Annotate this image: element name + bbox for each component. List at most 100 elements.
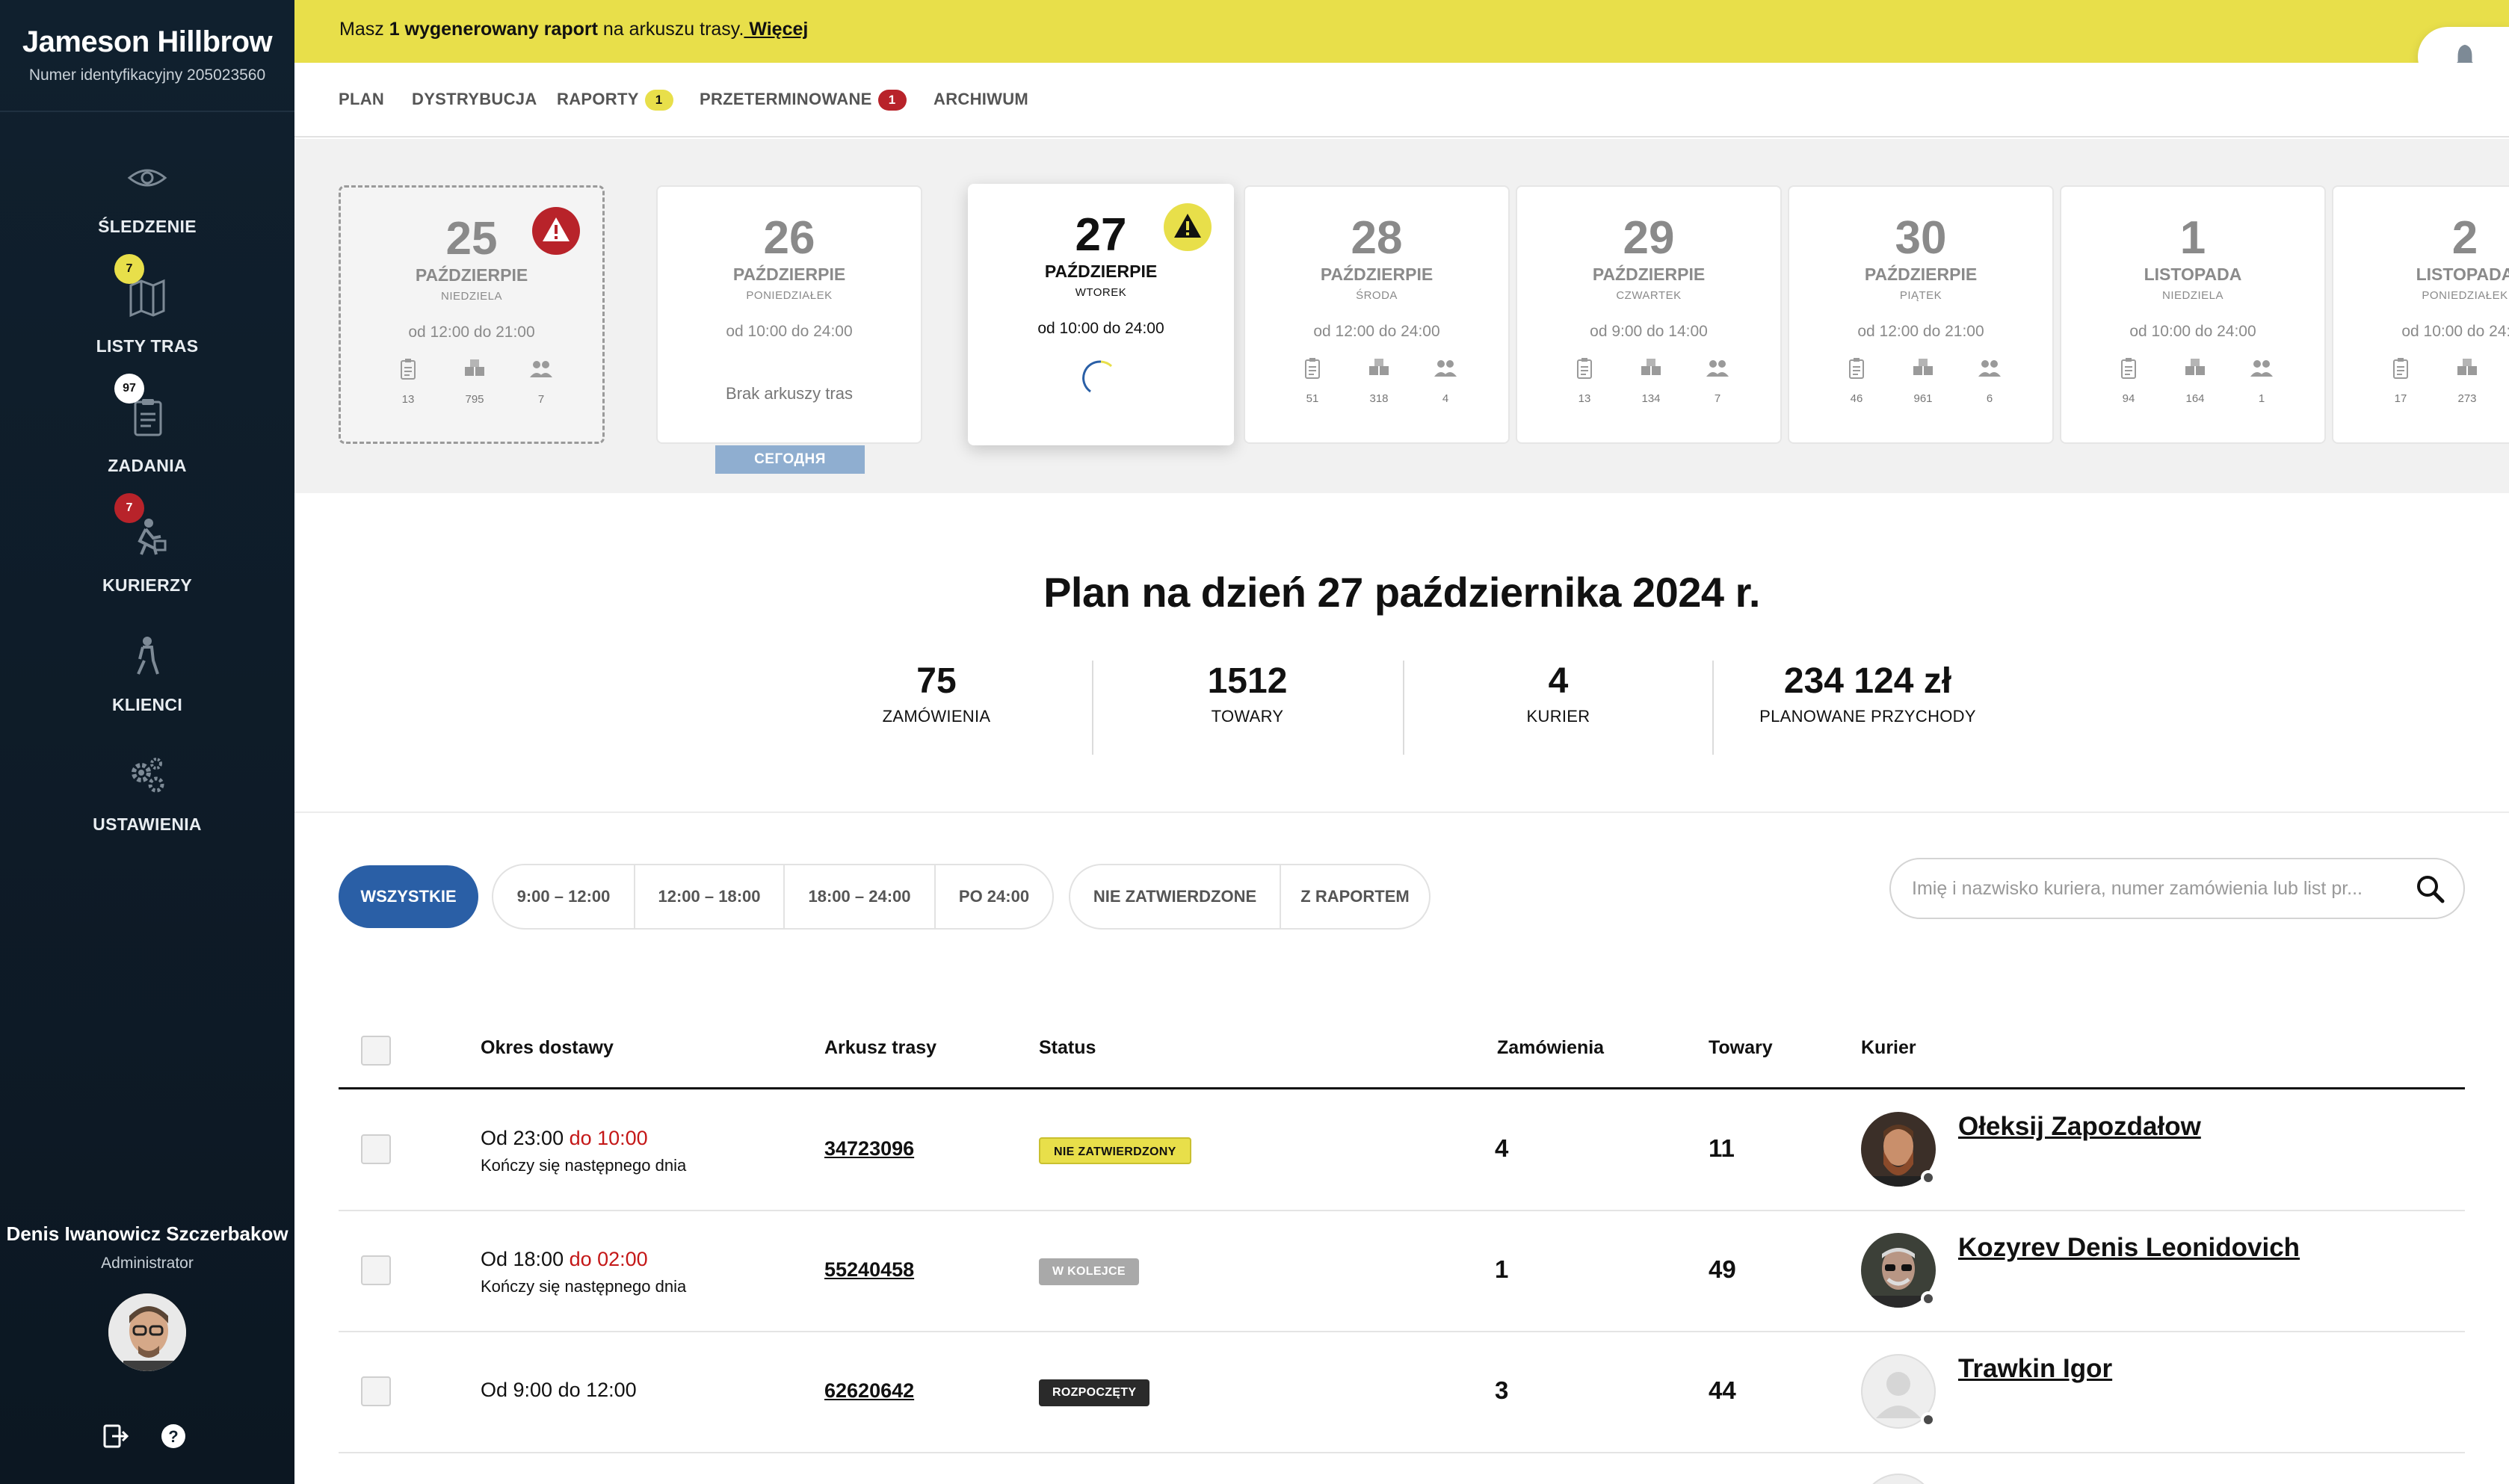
banner-text-end: na arkuszu trasy. <box>597 19 744 40</box>
filter-all-button[interactable]: WSZYSTKIE <box>339 865 478 928</box>
filter-time-button[interactable]: 9:00 – 12:00 <box>493 865 635 928</box>
courier-name-link[interactable]: Kozyrev Denis Leonidovich <box>1958 1233 2300 1263</box>
filter-with-report-button[interactable]: Z RAPORTEM <box>1281 865 1429 928</box>
courier-avatar[interactable] <box>1861 1112 1936 1187</box>
filter-unconfirmed-button[interactable]: NIE ZATWIERDZONE <box>1070 865 1281 928</box>
people-icon <box>1978 360 2001 377</box>
tab-label: PLAN <box>339 90 385 108</box>
tab-count-badge: 1 <box>877 90 907 111</box>
goods-count: 49 <box>1709 1255 1736 1283</box>
day-stats: 17 273 <box>2333 356 2509 415</box>
goods-stat: 164 <box>2165 356 2225 405</box>
warning-icon[interactable] <box>532 207 580 255</box>
kpi-value: 75 <box>916 661 957 701</box>
tab-archive[interactable]: ARCHIWUM <box>933 90 1028 109</box>
state-filter-group: NIE ZATWIERDZONE Z RAPORTEM <box>1069 864 1431 930</box>
banner-more-link[interactable]: Więcej <box>744 19 808 40</box>
tab-label: RAPORTY <box>557 90 639 108</box>
clipboard-icon <box>2393 358 2408 379</box>
clipboard-icon <box>401 359 416 380</box>
sidebar-item-route-lists[interactable]: 7 LISTY TRAS <box>0 254 294 374</box>
day-card-active[interactable]: 27 PAŹDZIERPIE WTOREK od 10:00 do 24:00 <box>968 184 1234 445</box>
day-card[interactable]: 30 PAŹDZIERPIE PIĄTEK od 12:00 do 21:00 … <box>1788 185 2054 444</box>
sidebar-badge: 7 <box>114 254 144 284</box>
help-icon[interactable]: ? <box>158 1421 188 1451</box>
logout-icon[interactable] <box>100 1421 130 1451</box>
column-header-status[interactable]: Status <box>1039 1037 1096 1059</box>
kpi-value: 4 <box>1548 661 1569 701</box>
loading-spinner-icon <box>1082 360 1113 393</box>
day-number: 29 <box>1623 212 1675 264</box>
day-card[interactable]: 1 LISTOPADA NIEDZIELA od 10:00 do 24:00 … <box>2060 185 2326 444</box>
tab-reports[interactable]: RAPORTY 1 <box>557 90 673 111</box>
couriers-stat: 4 <box>1416 356 1475 405</box>
tab-label: PRZETERMINOWANE <box>700 90 872 108</box>
search-input[interactable] <box>1912 870 2390 907</box>
day-stats: 13 795 7 <box>341 356 602 416</box>
user-actions: ? <box>0 1421 294 1451</box>
column-header-sheet[interactable]: Arkusz trasy <box>824 1037 936 1059</box>
courier-avatar[interactable] <box>1861 1233 1936 1308</box>
delivery-period: Od 9:00 do 12:00 <box>481 1379 637 1401</box>
day-card[interactable]: 29 PAŹDZIERPIE CZWARTEK od 9:00 do 14:00… <box>1516 185 1782 444</box>
people-icon <box>1706 360 1729 377</box>
day-month: LISTOPADA <box>2144 265 2242 284</box>
kpi-orders: 75 ZAMÓWIENIA <box>781 661 1092 755</box>
boxes-icon <box>1369 359 1389 375</box>
section-divider <box>294 811 2509 813</box>
goods-count: 11 <box>1709 1134 1735 1162</box>
day-stats: 94 164 1 <box>2061 356 2324 415</box>
row-divider <box>339 1331 2465 1332</box>
column-header-goods[interactable]: Towary <box>1709 1037 1773 1059</box>
couriers-stat: 6 <box>1960 356 2019 405</box>
company-name: Jameson Hillbrow <box>22 25 273 58</box>
day-number: 30 <box>1895 212 1947 264</box>
online-status-icon <box>1921 1170 1936 1185</box>
filter-time-button[interactable]: PO 24:00 <box>936 865 1052 928</box>
courier-name-link[interactable]: Trawkin Igor <box>1958 1354 2112 1384</box>
courier-avatar[interactable] <box>1861 1354 1936 1429</box>
orders-count: 1 <box>1495 1255 1509 1283</box>
sidebar-item-settings[interactable]: USTAWIENIA <box>0 732 294 852</box>
column-header-orders[interactable]: Zamówienia <box>1497 1037 1604 1059</box>
couriers-stat: 7 <box>1688 356 1747 405</box>
status-badge: ROZPOCZĘTY <box>1039 1379 1150 1406</box>
tab-plan[interactable]: PLAN <box>339 90 384 109</box>
day-card[interactable]: 25 PAŹDZIERPIE NIEDZIELA od 12:00 do 21:… <box>339 185 605 444</box>
goods-stat: 318 <box>1349 356 1409 405</box>
sidebar-item-couriers[interactable]: 7 KURIERZY <box>0 493 294 613</box>
day-selector: 25 PAŹDZIERPIE NIEDZIELA od 12:00 do 21:… <box>294 139 2509 493</box>
search-icon[interactable] <box>2414 873 2447 906</box>
courier-avatar[interactable] <box>1861 1474 1936 1484</box>
user-name: Denis Iwanowicz Szczerbakow <box>6 1222 288 1245</box>
delivery-period: Od 18:00 do 02:00 Kończy się następnego … <box>481 1248 687 1296</box>
sidebar-item-tasks[interactable]: 97 ZADANIA <box>0 374 294 493</box>
row-checkbox[interactable] <box>361 1134 391 1164</box>
filter-time-button[interactable]: 12:00 – 18:00 <box>635 865 785 928</box>
tab-overdue[interactable]: PRZETERMINOWANE 1 <box>700 90 907 111</box>
filter-time-button[interactable]: 18:00 – 24:00 <box>785 865 936 928</box>
sidebar-item-clients[interactable]: KLIENCI <box>0 613 294 732</box>
day-card[interactable]: 28 PAŹDZIERPIE ŚRODA od 12:00 do 24:00 5… <box>1244 185 1510 444</box>
row-checkbox[interactable] <box>361 1255 391 1285</box>
courier-name-link[interactable]: Ołeksij Zapozdałow <box>1958 1112 2201 1142</box>
user-avatar[interactable] <box>108 1293 186 1371</box>
sidebar-item-tracking[interactable]: ŚLEDZENIE <box>0 135 294 254</box>
time-filter-group: 9:00 – 12:00 12:00 – 18:00 18:00 – 24:00… <box>492 864 1054 930</box>
search-box <box>1889 858 2465 919</box>
day-weekday: PIĄTEK <box>1899 289 1942 302</box>
day-card[interactable]: 26 PAŹDZIERPIE PONIEDZIAŁEK od 10:00 do … <box>656 185 922 444</box>
column-header-period[interactable]: Okres dostawy <box>481 1037 614 1059</box>
day-card[interactable]: 2 LISTOPADA PONIEDZIAŁEK od 10:00 do 24:… <box>2332 185 2509 444</box>
orders-stat: 13 <box>378 356 438 406</box>
warning-icon[interactable] <box>1164 203 1212 251</box>
day-time-range: od 9:00 do 14:00 <box>1590 323 1708 340</box>
route-sheet-link[interactable]: 62620642 <box>824 1379 914 1403</box>
select-all-checkbox[interactable] <box>361 1036 391 1066</box>
row-checkbox[interactable] <box>361 1376 391 1406</box>
tab-distribution[interactable]: DYSTRYBUCJA <box>412 90 537 109</box>
goods-count: 44 <box>1709 1376 1736 1404</box>
column-header-courier[interactable]: Kurier <box>1861 1037 1916 1059</box>
route-sheet-link[interactable]: 55240458 <box>824 1258 914 1282</box>
route-sheet-link[interactable]: 34723096 <box>824 1137 914 1160</box>
